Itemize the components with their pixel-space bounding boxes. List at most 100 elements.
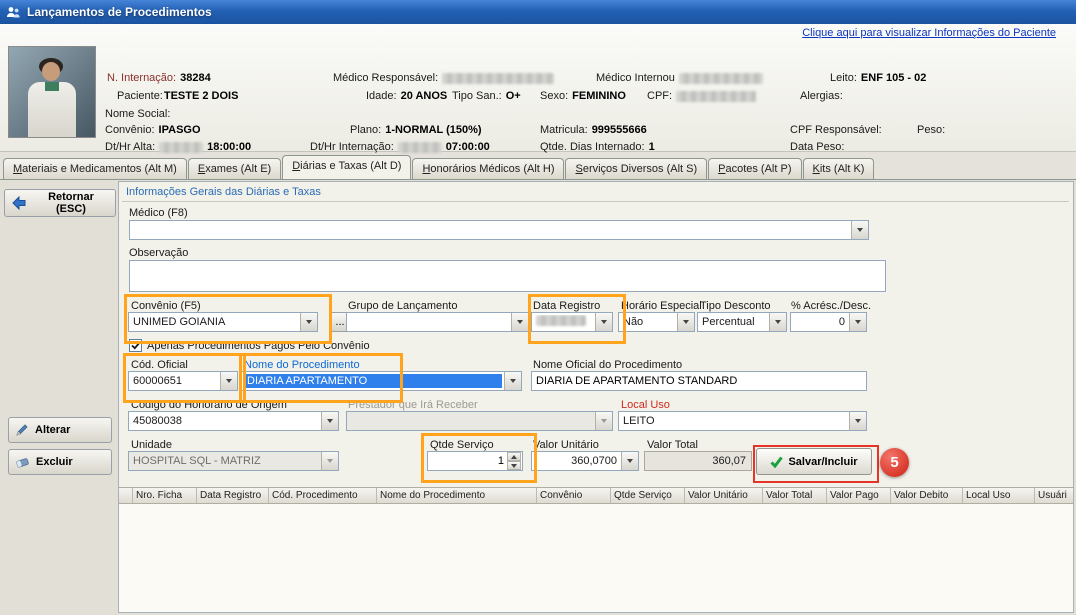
redacted-value — [676, 91, 756, 102]
valor-unitario-combo[interactable]: 360,0700 — [531, 451, 639, 471]
titlebar: Lançamentos de Procedimentos — [0, 0, 1076, 24]
medico-combo[interactable] — [129, 220, 869, 240]
app-icon — [6, 5, 21, 20]
chevron-down-icon[interactable] — [220, 372, 237, 390]
apenas-pagos-checkbox[interactable] — [129, 339, 142, 352]
prestador-combo — [346, 411, 613, 431]
retornar-button[interactable]: Retornar (ESC) — [4, 189, 116, 217]
patient-qtde-dias: Qtde. Dias Internado: 1 — [540, 141, 655, 153]
data-registro-combo[interactable] — [531, 312, 613, 332]
grid-col-convenio[interactable]: Convênio — [537, 488, 611, 503]
cod-oficial-combo[interactable]: 60000651 — [128, 371, 238, 391]
grid-col-nro-ficha[interactable]: Nro. Ficha — [133, 488, 197, 503]
grid-col-valor-pago[interactable]: Valor Pago — [827, 488, 891, 503]
eraser-icon — [15, 456, 30, 469]
cod-oficial-label: Cód. Oficial — [131, 359, 188, 371]
grid-col-qtde-servico[interactable]: Qtde Serviço — [611, 488, 685, 503]
excluir-button[interactable]: Excluir — [8, 449, 112, 475]
patient-cpf: CPF: — [647, 90, 756, 102]
cod-honorario-combo[interactable]: 45080038 — [128, 411, 339, 431]
unidade-label: Unidade — [131, 439, 172, 451]
observacao-input[interactable] — [129, 260, 886, 292]
chevron-down-icon[interactable] — [851, 221, 868, 239]
unidade-combo: HOSPITAL SQL - MATRIZ — [128, 451, 339, 471]
tab-exames[interactable]: Exames (Alt E) — [188, 158, 281, 179]
acresc-desc-combo[interactable]: 0 — [790, 312, 867, 332]
app-window: Lançamentos de Procedimentos Clique aqui… — [0, 0, 1076, 615]
patient-data-peso: Data Peso: — [790, 141, 844, 153]
section-title: Informações Gerais das Diárias e Taxas — [126, 186, 321, 198]
tab-kits[interactable]: Kits (Alt K) — [803, 158, 875, 179]
patient-alergias: Alergias: — [800, 90, 843, 102]
chevron-down-icon[interactable] — [769, 313, 786, 331]
observacao-label: Observação — [129, 247, 188, 259]
horario-especial-combo[interactable]: Não — [618, 312, 695, 332]
tab-bar: Materiais e Medicamentos (Alt M) Exames … — [0, 156, 1076, 179]
convenio-combo[interactable]: UNIMED GOIANIA — [128, 312, 318, 332]
qtde-servico-label: Qtde Serviço — [430, 439, 494, 451]
apenas-pagos-label: Apenas Procedimentos Pagos Pelo Convênio — [147, 340, 370, 352]
grid-col-valor-debito[interactable]: Valor Debito — [891, 488, 963, 503]
chevron-down-icon[interactable] — [300, 313, 317, 331]
nome-procedimento-combo[interactable]: DIARIA APARTAMENTO — [241, 371, 522, 391]
nome-procedimento-label: Nome do Procedimento — [244, 359, 360, 371]
patient-tipo-sanguineo: Tipo San.: O+ — [452, 90, 521, 102]
grid-col-valor-total[interactable]: Valor Total — [763, 488, 827, 503]
chevron-down-icon[interactable] — [849, 313, 866, 331]
redacted-value — [536, 315, 586, 326]
spin-up-icon[interactable] — [507, 452, 521, 461]
tipo-desconto-combo[interactable]: Percentual — [697, 312, 787, 332]
chevron-down-icon — [321, 452, 338, 470]
tipo-desconto-label: Tipo Desconto — [700, 300, 771, 312]
step-badge: 5 — [880, 448, 909, 477]
grid-col-cod-procedimento[interactable]: Cód. Procedimento — [269, 488, 377, 503]
tab-servicos-diversos[interactable]: Serviços Diversos (Alt S) — [565, 158, 707, 179]
patient-matricula: Matricula: 999555666 — [540, 124, 647, 136]
grid-body[interactable] — [119, 504, 1073, 612]
chevron-down-icon[interactable] — [621, 452, 638, 470]
patient-internacao: N. Internação: 38284 — [107, 72, 211, 84]
grid-col-indicator[interactable] — [119, 488, 133, 503]
nome-oficial-input[interactable] — [531, 371, 867, 391]
salvar-incluir-button[interactable]: Salvar/Incluir — [756, 448, 872, 475]
patient-medico-internou: Médico Internou — [596, 72, 763, 84]
grupo-lancamento-combo[interactable] — [346, 312, 529, 332]
horario-especial-label: Horário Especial — [621, 300, 702, 312]
local-uso-combo[interactable]: LEITO — [618, 411, 867, 431]
nome-oficial-label: Nome Oficial do Procedimento — [533, 359, 682, 371]
redacted-value — [442, 73, 554, 84]
cod-honorario-label: Código do Honorário de Origem — [131, 399, 287, 411]
chevron-down-icon[interactable] — [511, 313, 528, 331]
redacted-value — [679, 73, 763, 84]
spin-down-icon[interactable] — [507, 461, 521, 470]
tab-materiais-medicamentos[interactable]: Materiais e Medicamentos (Alt M) — [3, 158, 187, 179]
chevron-down-icon[interactable] — [504, 372, 521, 390]
qtde-servico-spinner[interactable] — [507, 452, 521, 470]
tab-pacotes[interactable]: Pacotes (Alt P) — [708, 158, 801, 179]
patient-plano: Plano: 1-NORMAL (150%) — [350, 124, 482, 136]
grid-col-usuario[interactable]: Usuári — [1035, 488, 1073, 503]
patient-dthr-alta: Dt/Hr Alta: 18:00:00 — [105, 141, 251, 153]
grid-col-valor-unitario[interactable]: Valor Unitário — [685, 488, 763, 503]
chevron-down-icon — [595, 412, 612, 430]
grid-col-local-uso[interactable]: Local Uso — [963, 488, 1035, 503]
patient-nome-social: Nome Social: — [105, 108, 170, 120]
back-arrow-icon — [11, 196, 27, 210]
pencil-icon — [15, 423, 29, 437]
chevron-down-icon[interactable] — [849, 412, 866, 430]
convenio-f5-label: Convênio (F5) — [131, 300, 201, 312]
alterar-button[interactable]: Alterar — [8, 417, 112, 443]
patient-info-link[interactable]: Clique aqui para visualizar Informações … — [802, 27, 1056, 39]
chevron-down-icon[interactable] — [595, 313, 612, 331]
chevron-down-icon[interactable] — [321, 412, 338, 430]
check-icon — [131, 341, 141, 350]
tab-diarias-taxas[interactable]: Diárias e Taxas (Alt D) — [282, 155, 411, 179]
patient-sexo: Sexo: FEMININO — [540, 90, 626, 102]
grid-col-nome-procedimento[interactable]: Nome do Procedimento — [377, 488, 537, 503]
valor-unitario-label: Valor Unitário — [533, 439, 599, 451]
grupo-lancamento-label: Grupo de Lançamento — [348, 300, 457, 312]
grid-col-data-registro[interactable]: Data Registro — [197, 488, 269, 503]
chevron-down-icon[interactable] — [677, 313, 694, 331]
patient-idade: Idade: 20 ANOS — [366, 90, 447, 102]
tab-honorarios-medicos[interactable]: Honorários Médicos (Alt H) — [412, 158, 564, 179]
